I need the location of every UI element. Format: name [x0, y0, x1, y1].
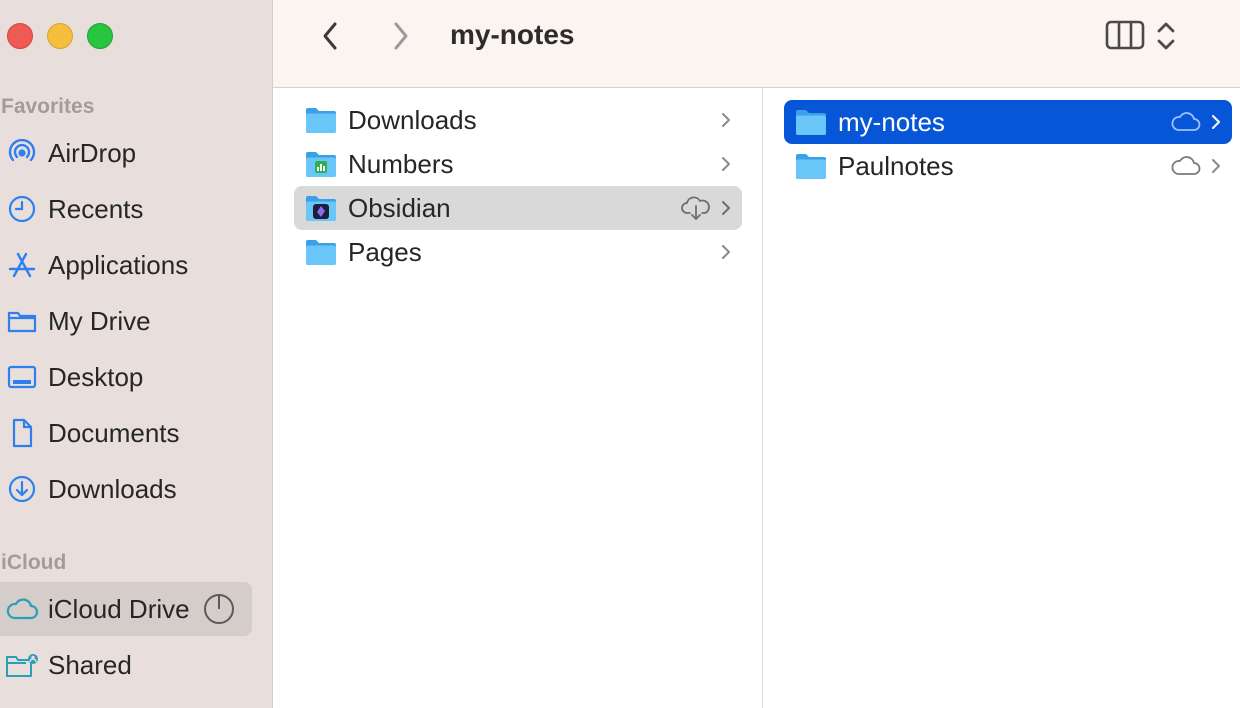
minimize-window-button[interactable]: [47, 23, 73, 49]
zoom-window-button[interactable]: [87, 23, 113, 49]
sidebar-item-label: My Drive: [48, 305, 151, 336]
favorites-section-title: Favorites: [1, 95, 95, 118]
sidebar-item-label: iCloud Drive: [48, 593, 190, 624]
list-item-downloads[interactable]: Downloads: [294, 98, 742, 142]
close-window-button[interactable]: [7, 23, 33, 49]
desktop-icon: [2, 357, 42, 397]
browser-column-2: my-notes Paulnotes: [763, 88, 1240, 708]
chevron-right-icon: [722, 157, 730, 171]
list-item-label: my-notes: [838, 106, 945, 137]
shared-folder-icon: [2, 645, 42, 685]
back-button[interactable]: [312, 18, 348, 54]
toolbar: my-notes: [273, 0, 1240, 88]
sidebar-item-label: Recents: [48, 193, 144, 224]
sidebar-item-label: Downloads: [48, 473, 177, 504]
document-icon: [2, 413, 42, 453]
folder-icon: [306, 240, 336, 265]
clock-icon: [2, 189, 42, 229]
cloud-icon: [2, 589, 42, 629]
sidebar-item-recents[interactable]: Recents: [0, 182, 252, 236]
numbers-folder-icon: [306, 152, 336, 177]
list-item-obsidian[interactable]: Obsidian: [294, 186, 742, 230]
sidebar-item-label: Shared: [48, 649, 132, 680]
list-item-pages[interactable]: Pages: [294, 230, 742, 274]
folder-icon: [796, 154, 826, 179]
folder-icon: [306, 108, 336, 133]
chevron-right-icon: [1212, 159, 1220, 173]
download-icon: [2, 469, 42, 509]
sidebar-item-label: Documents: [48, 417, 180, 448]
list-item-label: Pages: [348, 236, 422, 267]
storage-progress-icon: [203, 593, 235, 630]
chevron-right-icon: [722, 113, 730, 127]
chevron-right-icon: [722, 245, 730, 259]
columns-icon: [1105, 20, 1145, 50]
cloud-icon: [1171, 156, 1201, 175]
sidebar-item-applications[interactable]: Applications: [0, 238, 252, 292]
list-item-label: Downloads: [348, 104, 477, 135]
sidebar: Favorites AirDrop Recents Applications M…: [0, 0, 273, 708]
column-view-button[interactable]: [1105, 18, 1145, 57]
list-item-paulnotes[interactable]: Paulnotes: [784, 144, 1232, 188]
cloud-icon: [1171, 112, 1201, 131]
list-item-label: Obsidian: [348, 192, 451, 223]
chevron-left-icon: [323, 22, 337, 50]
sidebar-item-documents[interactable]: Documents: [0, 406, 252, 460]
applications-icon: [2, 245, 42, 285]
sidebar-item-desktop[interactable]: Desktop: [0, 350, 252, 404]
view-options-button[interactable]: [1155, 18, 1177, 59]
sidebar-item-icloud-drive[interactable]: iCloud Drive: [0, 582, 252, 636]
chevron-right-icon: [394, 22, 408, 50]
finder-window: Favorites AirDrop Recents Applications M…: [0, 0, 1240, 708]
sidebar-item-downloads[interactable]: Downloads: [0, 462, 252, 516]
folder-icon: [796, 110, 826, 135]
sidebar-item-airdrop[interactable]: AirDrop: [0, 126, 252, 180]
airdrop-icon: [2, 133, 42, 173]
list-item-label: Numbers: [348, 148, 454, 179]
window-title: my-notes: [450, 19, 575, 50]
chevron-up-down-icon: [1157, 22, 1175, 50]
list-item-label: Paulnotes: [838, 150, 954, 181]
obsidian-folder-icon: [306, 196, 336, 221]
list-item-numbers[interactable]: Numbers: [294, 142, 742, 186]
sidebar-item-label: AirDrop: [48, 137, 137, 168]
sidebar-item-label: Applications: [48, 249, 189, 280]
chevron-right-icon: [1212, 115, 1220, 129]
cloud-download-icon[interactable]: [680, 194, 712, 222]
icloud-section-title: iCloud: [1, 551, 67, 574]
browser-column-1: Downloads Numbers Obsidian Pages: [273, 88, 763, 708]
folder-icon: [2, 301, 42, 341]
sidebar-item-shared[interactable]: Shared: [0, 638, 252, 692]
list-item-my-notes[interactable]: my-notes: [784, 100, 1232, 144]
sidebar-item-my-drive[interactable]: My Drive: [0, 294, 252, 348]
forward-button[interactable]: [383, 18, 419, 54]
chevron-right-icon: [722, 201, 730, 215]
sidebar-item-label: Desktop: [48, 361, 144, 392]
